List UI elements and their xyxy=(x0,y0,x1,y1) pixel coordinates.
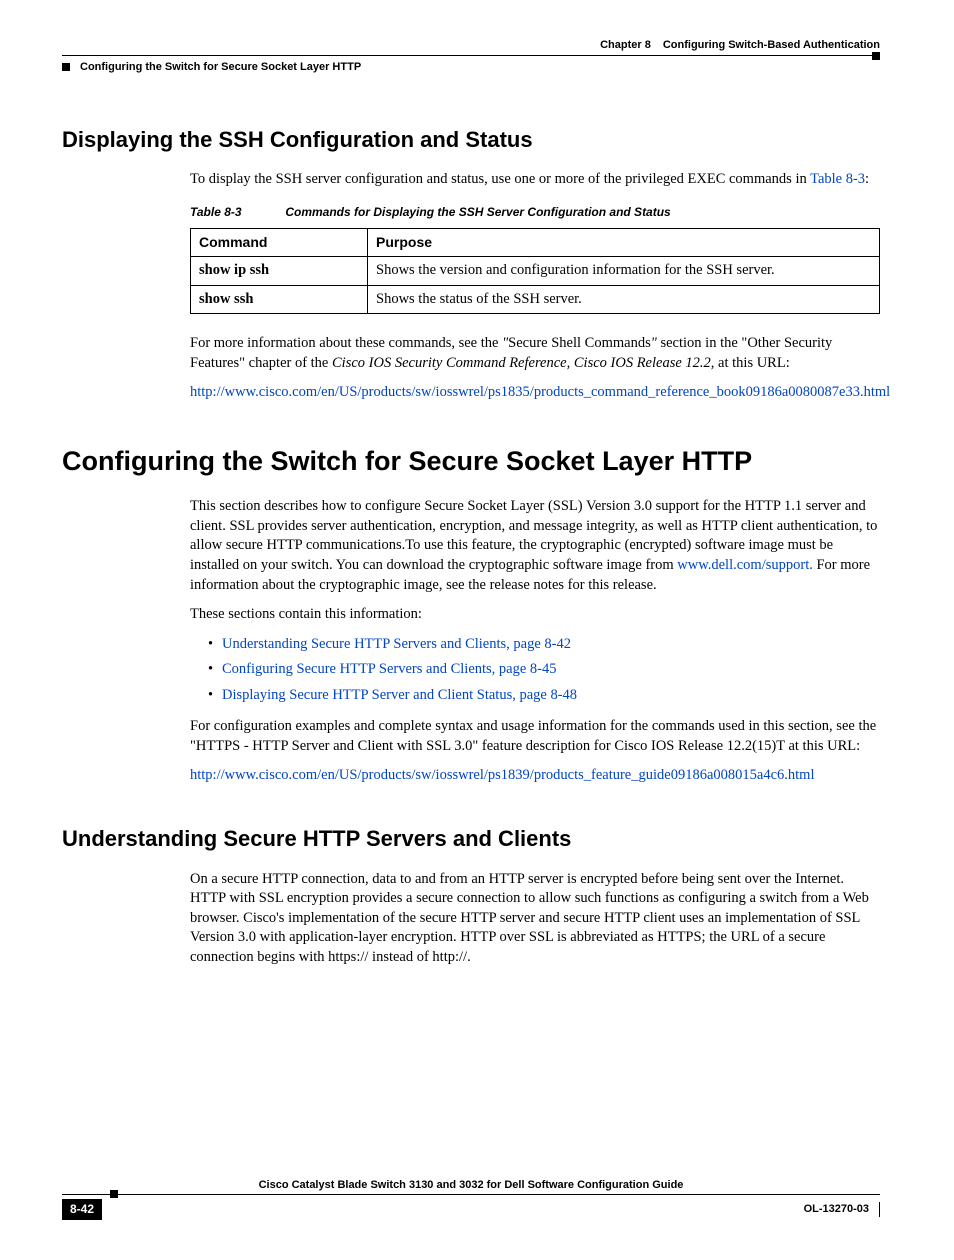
link-table-8-3[interactable]: Table 8-3 xyxy=(810,171,865,187)
ssh-intro: To display the SSH server configuration … xyxy=(190,170,880,190)
section-breadcrumb: Configuring the Switch for Secure Socket… xyxy=(62,60,880,75)
th-purpose: Purpose xyxy=(368,229,880,257)
ssl-sections-lead: These sections contain this information: xyxy=(190,605,880,625)
list-item: Displaying Secure HTTP Server and Client… xyxy=(208,686,880,706)
page-number: 8-42 xyxy=(62,1199,102,1219)
ssl-config-examples: For configuration examples and complete … xyxy=(190,717,880,756)
toc-link-configuring[interactable]: Configuring Secure HTTP Servers and Clie… xyxy=(222,661,557,677)
link-dell-support[interactable]: www.dell.com/support. xyxy=(677,557,813,573)
toc-link-displaying[interactable]: Displaying Secure HTTP Server and Client… xyxy=(222,687,577,703)
table-row: show ssh Shows the status of the SSH ser… xyxy=(191,285,880,314)
purpose-cell: Shows the status of the SSH server. xyxy=(368,285,880,314)
header-rule xyxy=(62,55,880,56)
toc-link-understanding[interactable]: Understanding Secure HTTP Servers and Cl… xyxy=(222,636,571,652)
list-item: Understanding Secure HTTP Servers and Cl… xyxy=(208,635,880,655)
page-header: Chapter 8 Configuring Switch-Based Authe… xyxy=(62,38,880,53)
cmd-cell: show ip ssh xyxy=(191,257,368,286)
table-number: Table 8-3 xyxy=(190,204,282,220)
link-ssh-ref-url[interactable]: http://www.cisco.com/en/US/products/sw/i… xyxy=(190,384,890,400)
ssl-intro: This section describes how to configure … xyxy=(190,497,880,595)
cmd-cell: show ssh xyxy=(191,285,368,314)
footer-book-title: Cisco Catalyst Blade Switch 3130 and 303… xyxy=(62,1178,880,1196)
document-id: OL-13270-03 xyxy=(804,1202,880,1217)
heading-ssh-status: Displaying the SSH Configuration and Sta… xyxy=(62,125,880,155)
heading-ssl-http: Configuring the Switch for Secure Socket… xyxy=(62,443,880,479)
chapter-title: Configuring Switch-Based Authentication xyxy=(663,38,880,53)
heading-understanding-https: Understanding Secure HTTP Servers and Cl… xyxy=(62,824,880,854)
ssl-toc-list: Understanding Secure HTTP Servers and Cl… xyxy=(190,635,880,706)
ssh-more-info: For more information about these command… xyxy=(190,334,880,373)
chapter-number: Chapter 8 xyxy=(600,38,651,53)
https-description: On a secure HTTP connection, data to and… xyxy=(190,870,880,968)
table-caption: Table 8-3 Commands for Displaying the SS… xyxy=(190,204,880,220)
link-ssl-feature-url[interactable]: http://www.cisco.com/en/US/products/sw/i… xyxy=(190,767,814,783)
ssh-commands-table: Command Purpose show ip ssh Shows the ve… xyxy=(190,228,880,314)
page-footer: Cisco Catalyst Blade Switch 3130 and 303… xyxy=(62,1178,880,1220)
table-row: show ip ssh Shows the version and config… xyxy=(191,257,880,286)
th-command: Command xyxy=(191,229,368,257)
list-item: Configuring Secure HTTP Servers and Clie… xyxy=(208,660,880,680)
purpose-cell: Shows the version and configuration info… xyxy=(368,257,880,286)
table-title: Commands for Displaying the SSH Server C… xyxy=(285,205,670,219)
